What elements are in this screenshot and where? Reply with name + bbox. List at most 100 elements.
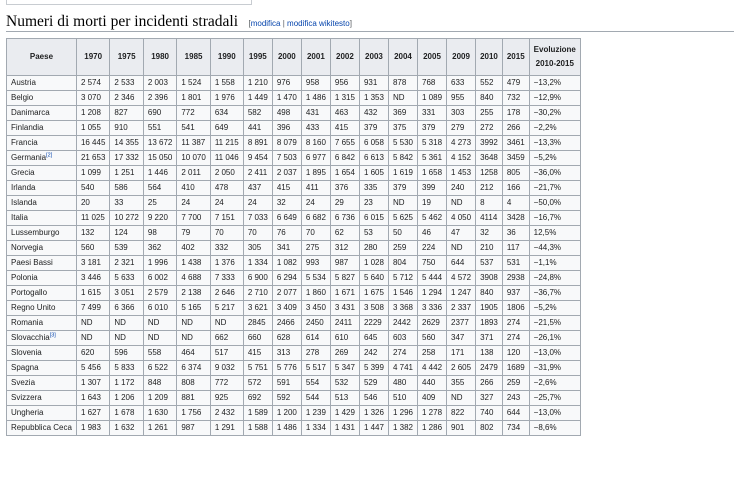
road-deaths-table: Paese 1970 1975 1980 1985 1990 1995 2000 2001 20… xyxy=(6,38,581,436)
value-cell: 1 055 xyxy=(75,120,111,136)
value-cell: 2 574 xyxy=(75,75,111,91)
header-year[interactable]: 2009 xyxy=(446,38,477,76)
table-row: Danimarca 1 208 827 690 772 634 582 498 431 463 43… xyxy=(6,105,581,121)
header-year[interactable]: 2004 xyxy=(387,38,419,76)
value-cell: 628 xyxy=(271,330,302,346)
value-cell: 1 296 xyxy=(387,405,419,421)
value-cell: 614 xyxy=(300,330,331,346)
header-year[interactable]: 2003 xyxy=(358,38,389,76)
value-cell: 1 206 xyxy=(109,390,144,406)
value-cell: 1 632 xyxy=(109,420,144,436)
value-cell: 802 xyxy=(475,420,503,436)
country-cell: Spagna xyxy=(6,360,77,376)
value-cell: 541 xyxy=(176,120,211,136)
value-cell: 1 983 xyxy=(75,420,111,436)
value-cell: 532 xyxy=(329,375,360,391)
country-name: Regno Unito xyxy=(11,303,56,312)
value-cell: 1 588 xyxy=(242,420,273,436)
value-cell: 529 xyxy=(358,375,389,391)
value-cell: 16 445 xyxy=(75,135,111,151)
header-year[interactable]: 2000 xyxy=(271,38,302,76)
value-cell: 1 801 xyxy=(176,90,211,106)
value-cell: ND xyxy=(176,315,211,331)
value-cell: 2938 xyxy=(501,270,530,286)
value-cell: 560 xyxy=(416,330,448,346)
header-year[interactable]: 1980 xyxy=(142,38,178,76)
value-cell: 1 334 xyxy=(300,420,331,436)
value-cell: 20 xyxy=(75,195,111,211)
value-cell: ND xyxy=(75,315,111,331)
value-cell: 1 447 xyxy=(358,420,389,436)
value-cell: 2 003 xyxy=(142,75,178,91)
value-cell: 3 431 xyxy=(329,300,360,316)
edit-link[interactable]: modifica xyxy=(251,19,281,28)
value-cell: 2 037 xyxy=(271,165,302,181)
edit-wikitext-link[interactable]: modifica wikitesto xyxy=(287,19,350,28)
change-cell: −44,3% xyxy=(528,240,581,256)
header-year[interactable]: 1975 xyxy=(109,38,144,76)
table-row: Finlandia 1 055 910 551 541 649 441 396 433 415 37… xyxy=(6,120,581,136)
value-cell: 1 996 xyxy=(142,255,178,271)
value-cell: 272 xyxy=(475,120,503,136)
country-cell: Norvegia xyxy=(6,240,77,256)
value-cell: 2 321 xyxy=(109,255,144,271)
value-cell: 1 239 xyxy=(300,405,331,421)
header-year[interactable]: 1970 xyxy=(75,38,111,76)
value-cell: 5 776 xyxy=(271,360,302,376)
change-cell: −13,0% xyxy=(528,345,581,361)
country-cell: Ungheria xyxy=(6,405,77,421)
value-cell: 1 278 xyxy=(416,405,448,421)
country-cell: Lussemburgo xyxy=(6,225,77,241)
country-cell: Grecia xyxy=(6,165,77,181)
value-cell: 274 xyxy=(501,315,530,331)
country-name: Repubblica Ceca xyxy=(11,423,72,432)
value-cell: 3 409 xyxy=(271,300,302,316)
change-cell: −5,2% xyxy=(528,150,581,166)
value-cell: 2 432 xyxy=(209,405,244,421)
header-year[interactable]: 2015 xyxy=(501,38,530,76)
header-year[interactable]: 2002 xyxy=(329,38,360,76)
value-cell: 5 633 xyxy=(109,270,144,286)
reference-link[interactable]: [2] xyxy=(46,152,52,159)
value-cell: 564 xyxy=(142,180,178,196)
value-cell: 11 046 xyxy=(209,150,244,166)
change-cell: −36,7% xyxy=(528,285,581,301)
table-row: Portogallo 1 615 3 051 2 579 2 138 2 646 2 710… xyxy=(6,285,581,301)
reference-link[interactable]: [3] xyxy=(50,332,56,339)
header-year[interactable]: 2005 xyxy=(416,38,448,76)
value-cell: 98 xyxy=(142,225,178,241)
header-country[interactable]: Paese xyxy=(6,38,77,76)
value-cell: 410 xyxy=(176,180,211,196)
value-cell: 171 xyxy=(446,345,477,361)
value-cell: 554 xyxy=(300,375,331,391)
header-year[interactable]: 1985 xyxy=(176,38,211,76)
value-cell: 178 xyxy=(501,105,530,121)
country-name: Paesi Bassi xyxy=(11,258,53,267)
value-cell: 645 xyxy=(358,330,389,346)
value-cell: 331 xyxy=(416,105,448,121)
value-cell: 17 332 xyxy=(109,150,144,166)
value-cell: 2629 xyxy=(416,315,448,331)
value-cell: 132 xyxy=(75,225,111,241)
value-cell: 2 138 xyxy=(176,285,211,301)
change-cell: −5,2% xyxy=(528,300,581,316)
value-cell: 5 165 xyxy=(176,300,211,316)
value-cell: 1 247 xyxy=(446,285,477,301)
change-cell: −2,6% xyxy=(528,375,581,391)
value-cell: 24 xyxy=(176,195,211,211)
header-year[interactable]: 1990 xyxy=(209,38,244,76)
header-year[interactable]: 1995 xyxy=(242,38,273,76)
value-cell: 1 627 xyxy=(75,405,111,421)
value-cell: 6 002 xyxy=(142,270,178,286)
value-cell: 3 051 xyxy=(109,285,144,301)
value-cell: ND xyxy=(387,90,419,106)
value-cell: 582 xyxy=(242,105,273,121)
value-cell: 379 xyxy=(387,180,419,196)
value-cell: ND xyxy=(446,195,477,211)
value-cell: 50 xyxy=(387,225,419,241)
value-cell: 433 xyxy=(300,120,331,136)
header-year[interactable]: 2001 xyxy=(300,38,331,76)
header-year[interactable]: 2010 xyxy=(475,38,503,76)
value-cell: 303 xyxy=(446,105,477,121)
header-evolution[interactable]: Evoluzione 2010-2015 xyxy=(528,38,581,76)
